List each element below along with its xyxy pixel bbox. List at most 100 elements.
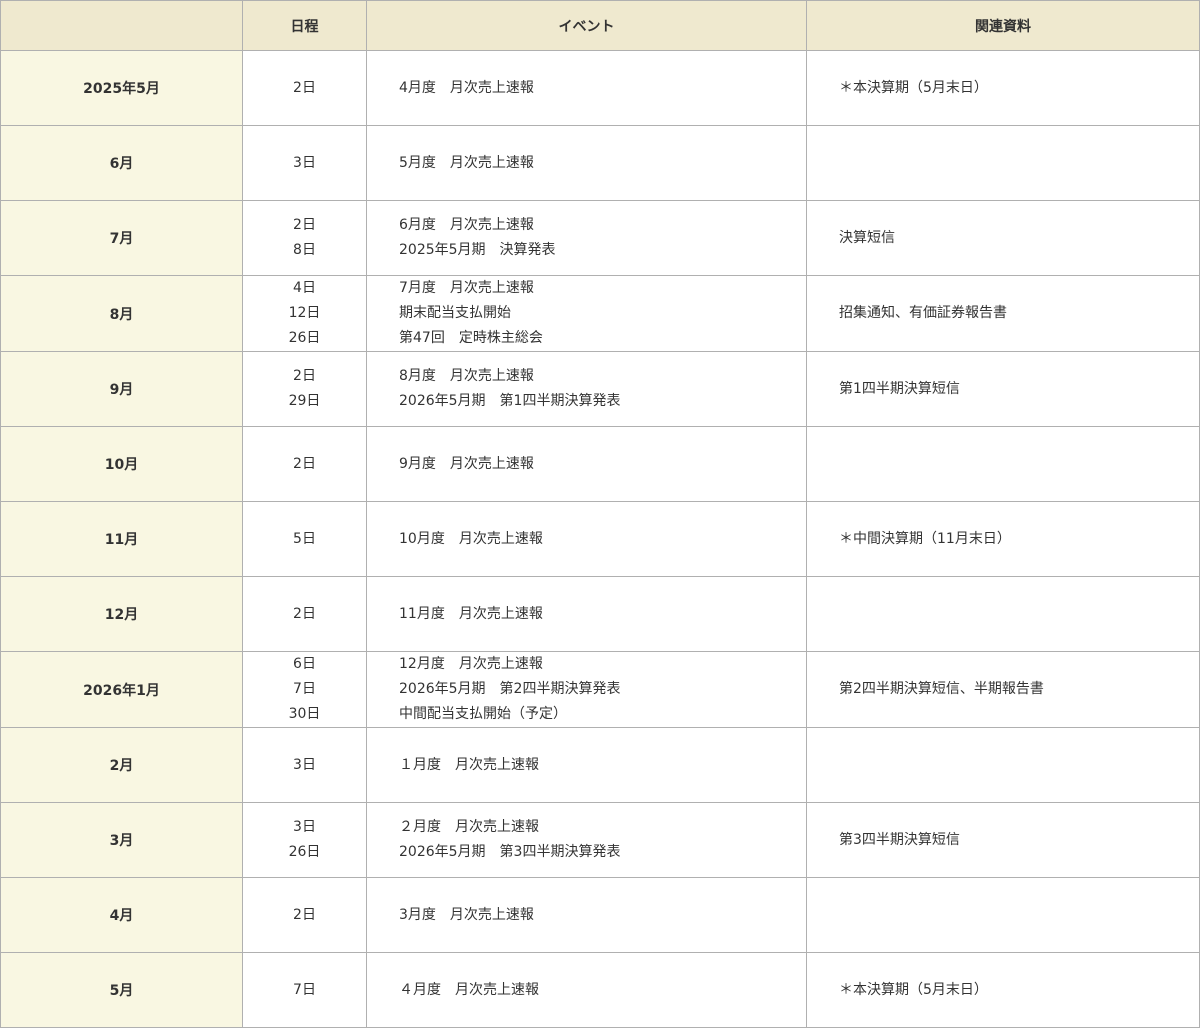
month-cell: 10月 (0, 426, 243, 502)
table-row: 6月 3日 5月度 月次売上速報 (0, 125, 1200, 201)
day-text: 3日 (293, 756, 316, 773)
event-text: 4月度 月次売上速報 (399, 79, 534, 96)
table-row: 11月 5日 10月度 月次売上速報 ＊中間決算期（11月末日） (0, 501, 1200, 577)
day-text: 29日 (288, 393, 321, 409)
day-text: 26日 (288, 844, 321, 860)
month-cell: 4月 (0, 877, 243, 953)
docs-cell: 第2四半期決算短信、半期報告書 (806, 651, 1200, 728)
event-text: ４月度 月次売上速報 (399, 981, 539, 998)
ir-schedule-table: 日程 イベント 関連資料 2025年5月 2日 4月度 月次売上速報 ＊本決算期（5月… (0, 0, 1200, 1028)
table-row: 2025年5月 2日 4月度 月次売上速報 ＊本決算期（5月末日） (0, 50, 1200, 126)
month-cell: 2月 (0, 727, 243, 803)
event-text: 2026年5月期 第3四半期決算発表 (399, 844, 621, 860)
day-text: 2日 (293, 368, 316, 384)
event-text: 9月度 月次売上速報 (399, 455, 534, 472)
day-text: 2日 (293, 217, 316, 233)
event-text: 12月度 月次売上速報 (399, 656, 543, 672)
days-cell: 3日 26日 (242, 802, 367, 878)
day-text: 2日 (293, 79, 316, 96)
event-text: 2026年5月期 第2四半期決算発表 (399, 681, 621, 697)
header-days: 日程 (242, 0, 367, 51)
month-cell: 7月 (0, 200, 243, 276)
docs-cell: ＊本決算期（5月末日） (806, 952, 1200, 1028)
events-cell: １月度 月次売上速報 (366, 727, 807, 803)
event-text: 7月度 月次売上速報 (399, 280, 534, 296)
month-cell: 5月 (0, 952, 243, 1028)
day-text: 7日 (293, 981, 316, 998)
events-cell: 7月度 月次売上速報 期末配当支払開始第47回 定時株主総会 (366, 275, 807, 352)
days-cell: 7日 (242, 952, 367, 1028)
day-text: 2日 (293, 455, 316, 472)
events-cell: 8月度 月次売上速報 2026年5月期 第1四半期決算発表 (366, 351, 807, 427)
event-text: 2026年5月期 第1四半期決算発表 (399, 393, 621, 409)
event-text: 6月度 月次売上速報 (399, 217, 534, 233)
days-cell: 6日 7日 30日 (242, 651, 367, 728)
header-row: 日程 イベント 関連資料 (0, 0, 1200, 51)
events-cell: 3月度 月次売上速報 (366, 877, 807, 953)
table-header: 日程 イベント 関連資料 (0, 0, 1200, 51)
event-text: 5月度 月次売上速報 (399, 154, 534, 171)
day-text: 3日 (293, 154, 316, 171)
event-text: 10月度 月次売上速報 (399, 530, 543, 547)
days-cell: 3日 (242, 125, 367, 201)
event-text: 8月度 月次売上速報 (399, 368, 534, 384)
header-month (0, 0, 243, 51)
events-cell: ２月度 月次売上速報 2026年5月期 第3四半期決算発表 (366, 802, 807, 878)
event-text: 第47回 定時株主総会 (399, 330, 543, 346)
table-row: 7月 2日 8日 6月度 月次売上速報 2025年5月期 決算発表 決算短信 (0, 200, 1200, 276)
event-text: 11月度 月次売上速報 (399, 605, 543, 622)
table-row: 10月 2日 9月度 月次売上速報 (0, 426, 1200, 502)
docs-cell (806, 727, 1200, 803)
docs-cell: 第3四半期決算短信 (806, 802, 1200, 878)
events-cell: ４月度 月次売上速報 (366, 952, 807, 1028)
days-cell: 2日 8日 (242, 200, 367, 276)
table-body: 2025年5月 2日 4月度 月次売上速報 ＊本決算期（5月末日） 6月 3日 5月度 月次… (0, 50, 1200, 1028)
events-cell: 6月度 月次売上速報 2025年5月期 決算発表 (366, 200, 807, 276)
month-cell: 2025年5月 (0, 50, 243, 126)
day-text: 2日 (293, 605, 316, 622)
docs-cell (806, 426, 1200, 502)
days-cell: 2日 (242, 877, 367, 953)
table-row: 5月 7日 ４月度 月次売上速報 ＊本決算期（5月末日） (0, 952, 1200, 1028)
event-text: 中間配当支払開始（予定） (399, 706, 567, 722)
event-text: 期末配当支払開始 (399, 305, 511, 321)
days-cell: 2日 (242, 576, 367, 652)
header-events: イベント (366, 0, 807, 51)
day-text: 8日 (293, 242, 316, 258)
events-cell: 11月度 月次売上速報 (366, 576, 807, 652)
day-text: 30日 (288, 706, 321, 722)
events-cell: 12月度 月次売上速報 2026年5月期 第2四半期決算発表 中間配当支払開始（予定… (366, 651, 807, 728)
events-cell: 4月度 月次売上速報 (366, 50, 807, 126)
day-text: 26日 (288, 330, 321, 346)
event-text: 2025年5月期 決算発表 (399, 242, 556, 258)
docs-cell: ＊中間決算期（11月末日） (806, 501, 1200, 577)
event-text: １月度 月次売上速報 (399, 756, 539, 773)
month-cell: 12月 (0, 576, 243, 652)
docs-cell: 招集通知、有価証券報告書 (806, 275, 1200, 352)
days-cell: 2日 (242, 50, 367, 126)
events-cell: 10月度 月次売上速報 (366, 501, 807, 577)
docs-cell (806, 576, 1200, 652)
month-cell: 11月 (0, 501, 243, 577)
table-row: 8月 4日 12日 26日 7月度 月次売上速報 期末配当支払開始 第47回 定時株主総会招… (0, 275, 1200, 352)
events-cell: 5月度 月次売上速報 (366, 125, 807, 201)
table-row: 2026年1月 6日 7日 30日 12月度 月次売上速報 2026年5月期 第2四半期決… (0, 651, 1200, 728)
month-cell: 6月 (0, 125, 243, 201)
event-text: ２月度 月次売上速報 (399, 819, 539, 835)
docs-cell (806, 125, 1200, 201)
month-cell: 8月 (0, 275, 243, 352)
month-cell: 9月 (0, 351, 243, 427)
day-text: 7日 (293, 681, 316, 697)
month-cell: 2026年1月 (0, 651, 243, 728)
days-cell: 2日 29日 (242, 351, 367, 427)
days-cell: 5日 (242, 501, 367, 577)
docs-cell: 第1四半期決算短信 (806, 351, 1200, 427)
table-row: 3月 3日 26日 ２月度 月次売上速報 2026年5月期 第3四半期決算発表 第3四半期… (0, 802, 1200, 878)
month-cell: 3月 (0, 802, 243, 878)
day-text: 12日 (288, 305, 321, 321)
header-docs: 関連資料 (806, 0, 1200, 51)
day-text: 3日 (293, 819, 316, 835)
table-row: 4月 2日 3月度 月次売上速報 (0, 877, 1200, 953)
event-text: 3月度 月次売上速報 (399, 906, 534, 923)
day-text: 6日 (293, 656, 316, 672)
